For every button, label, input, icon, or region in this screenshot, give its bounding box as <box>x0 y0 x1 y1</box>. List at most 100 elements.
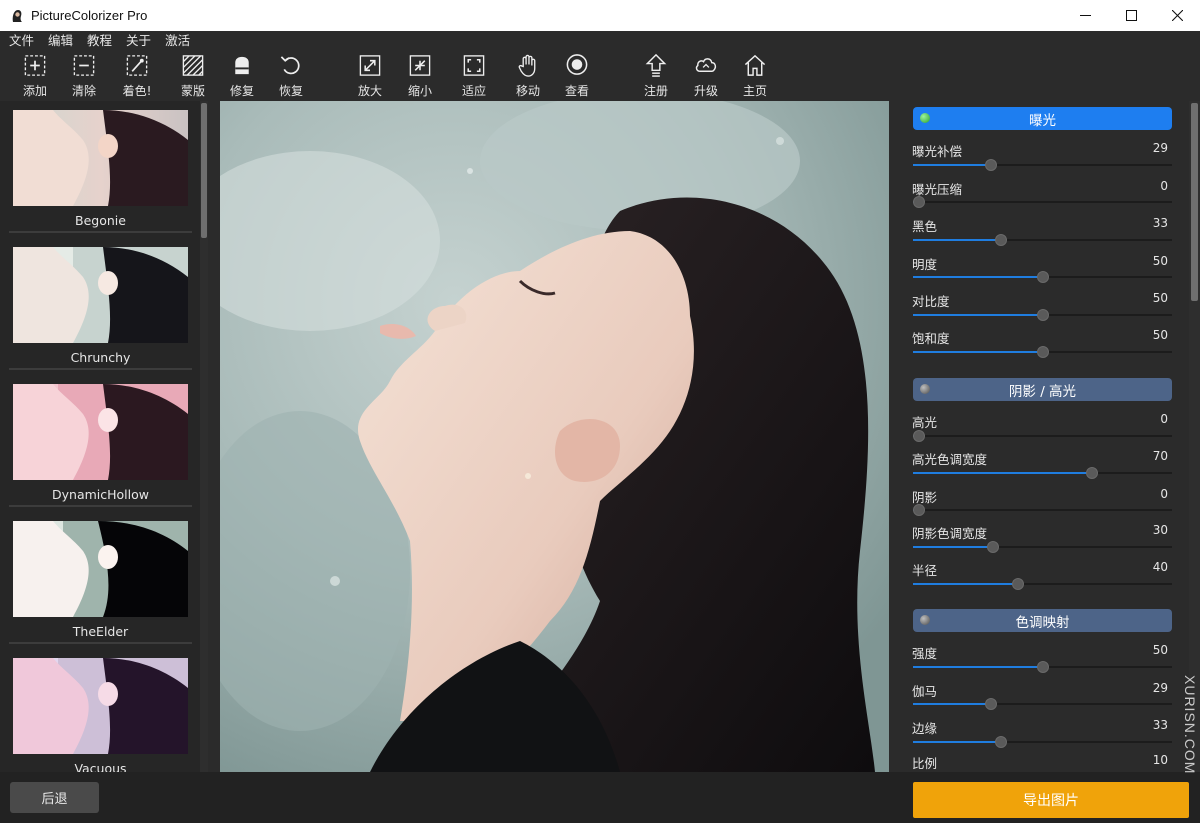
param-value: 29 <box>1152 681 1168 695</box>
section-exposure-header[interactable]: 曝光 <box>913 107 1172 130</box>
cloud-icon <box>695 58 717 72</box>
param-label: 比例 <box>912 756 938 771</box>
slider-highlights[interactable] <box>913 430 1172 442</box>
section-tone-mapping-header[interactable]: 色调映射 <box>913 609 1172 632</box>
window-controls <box>1062 0 1200 31</box>
preset-name: Vacuous <box>74 761 127 772</box>
slider-exposure-compensation[interactable] <box>913 159 1172 171</box>
toolbar: 添加 清除 着色! 蒙版 修复 恢复 放大 缩小 适应 移动 查看 注册 升级 … <box>0 51 1200 101</box>
slider-edge[interactable] <box>913 736 1172 748</box>
param-label: 半径 <box>912 563 938 578</box>
param-label: 阴影色调宽度 <box>912 526 988 541</box>
slider-knob[interactable] <box>913 196 925 208</box>
section-inactive-indicator-icon <box>920 615 930 625</box>
slider-knob[interactable] <box>1036 271 1049 283</box>
zoom-in-button[interactable]: 放大 <box>346 53 394 99</box>
adjustment-panel: 曝光 曝光补偿 29 曝光压缩 0 黑色 33 明度 50 对比度 50 饱和度… <box>903 101 1189 772</box>
slider-highlight-tonal-width[interactable] <box>913 467 1172 479</box>
slider-saturation[interactable] <box>913 346 1172 358</box>
slider-shadows[interactable] <box>913 504 1172 516</box>
slider-brightness[interactable] <box>913 271 1172 283</box>
menu-edit[interactable]: 编辑 <box>48 31 73 51</box>
repair-button[interactable]: 修复 <box>218 53 266 99</box>
slider-knob[interactable] <box>1036 309 1049 321</box>
preset-scrollbar[interactable] <box>200 101 208 772</box>
section-shadow-highlight-header[interactable]: 阴影 / 高光 <box>913 378 1172 401</box>
add-button[interactable]: 添加 <box>11 53 59 99</box>
add-icon <box>24 55 46 76</box>
param-value: 40 <box>1152 560 1168 574</box>
slider-gamma[interactable] <box>913 698 1172 710</box>
back-button[interactable]: 后退 <box>10 782 99 813</box>
preset-item[interactable]: Chrunchy <box>9 238 192 370</box>
app-window: PictureColorizer Pro 文件 编辑 教程 关于 激活 添加 清 <box>0 0 1200 823</box>
slider-radius[interactable] <box>913 578 1172 590</box>
slider-knob[interactable] <box>984 698 997 710</box>
preset-name: DynamicHollow <box>52 487 149 502</box>
preset-thumbnail <box>13 110 188 206</box>
menu-about[interactable]: 关于 <box>126 31 151 51</box>
portrait-image <box>220 101 889 772</box>
view-icon <box>566 54 588 75</box>
view-button[interactable]: 查看 <box>553 53 601 99</box>
slider-knob[interactable] <box>984 159 997 171</box>
preset-item[interactable]: TheElder <box>9 512 192 644</box>
watermark-text: XURISN.COM <box>1182 675 1198 775</box>
param-value: 30 <box>1152 523 1168 537</box>
minimize-button[interactable] <box>1062 0 1108 31</box>
home-icon <box>744 54 766 76</box>
param-label: 高光色调宽度 <box>912 452 988 467</box>
export-image-button[interactable]: 导出图片 <box>913 782 1189 818</box>
param-value: 50 <box>1152 291 1168 305</box>
param-label: 高光 <box>912 415 938 430</box>
param-value: 0 <box>1160 487 1168 501</box>
slider-knob[interactable] <box>1011 578 1024 590</box>
slider-knob[interactable] <box>913 504 925 516</box>
param-value: 10 <box>1152 753 1168 767</box>
slider-knob[interactable] <box>994 736 1007 748</box>
maximize-button[interactable] <box>1108 0 1154 31</box>
preset-item[interactable]: Begonie <box>9 101 192 233</box>
move-button[interactable]: 移动 <box>504 53 552 99</box>
param-value: 50 <box>1152 643 1168 657</box>
preset-name: TheElder <box>72 624 129 639</box>
clear-button[interactable]: 清除 <box>60 53 108 99</box>
mask-button[interactable]: 蒙版 <box>169 53 217 99</box>
slider-strength[interactable] <box>913 661 1172 673</box>
title-bar: PictureColorizer Pro <box>0 0 1200 31</box>
register-button[interactable]: 注册 <box>632 53 680 99</box>
preset-name: Chrunchy <box>70 350 131 365</box>
slider-knob[interactable] <box>987 541 1000 553</box>
slider-knob[interactable] <box>913 430 925 442</box>
preset-item[interactable]: Vacuous <box>9 649 192 772</box>
undo-button[interactable]: 恢复 <box>267 53 315 99</box>
menu-bar: 文件 编辑 教程 关于 激活 <box>0 31 1200 51</box>
preset-item[interactable]: DynamicHollow <box>9 375 192 507</box>
slider-exposure-compression[interactable] <box>913 196 1172 208</box>
minimize-icon <box>1079 15 1091 16</box>
preset-name: Begonie <box>75 213 126 228</box>
mask-icon <box>182 55 204 76</box>
slider-knob[interactable] <box>1036 346 1049 358</box>
home-button[interactable]: 主页 <box>731 53 779 99</box>
slider-blacks[interactable] <box>913 234 1172 246</box>
fit-button[interactable]: 适应 <box>450 53 498 99</box>
param-value: 33 <box>1152 216 1168 230</box>
slider-knob[interactable] <box>1085 467 1098 479</box>
image-canvas[interactable] <box>220 101 889 772</box>
upgrade-button[interactable]: 升级 <box>682 53 730 99</box>
close-button[interactable] <box>1154 0 1200 31</box>
menu-activate[interactable]: 激活 <box>165 31 190 51</box>
adjustment-scrollbar[interactable] <box>1189 101 1200 772</box>
menu-tutorial[interactable]: 教程 <box>87 31 112 51</box>
colorize-button[interactable]: 着色! <box>113 53 161 99</box>
slider-shadow-tonal-width[interactable] <box>913 541 1172 553</box>
slider-knob[interactable] <box>1036 661 1049 673</box>
section-active-indicator-icon <box>920 113 930 123</box>
param-label: 饱和度 <box>912 331 950 346</box>
slider-knob[interactable] <box>994 234 1007 246</box>
slider-contrast[interactable] <box>913 309 1172 321</box>
close-icon <box>1171 10 1183 21</box>
zoom-out-button[interactable]: 缩小 <box>396 53 444 99</box>
menu-file[interactable]: 文件 <box>9 31 34 51</box>
